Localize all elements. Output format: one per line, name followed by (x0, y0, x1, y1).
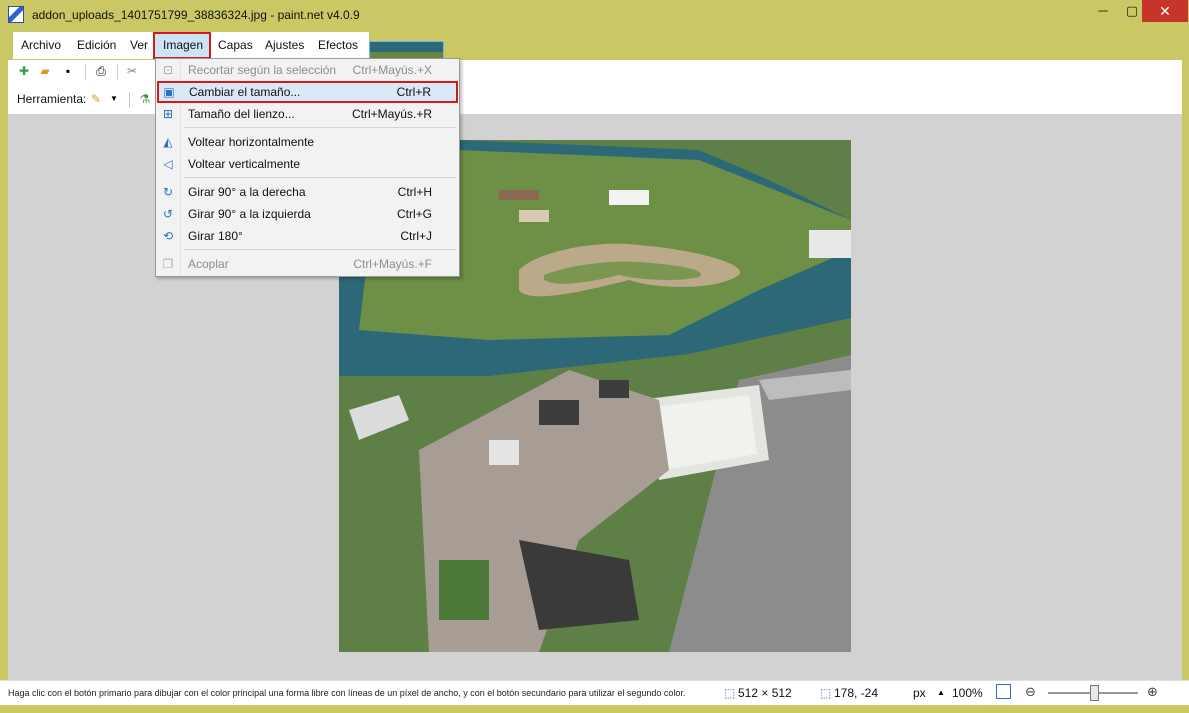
menu-ver[interactable]: Ver (130, 38, 148, 52)
zoom-in-icon[interactable]: ⊕ (1147, 684, 1158, 700)
image-size-icon: ⬚ (724, 686, 736, 700)
status-bar: Haga clic con el botón primario para dib… (0, 680, 1189, 705)
crop-icon: ⊡ (162, 63, 174, 77)
menu-item-label: Voltear horizontalmente (188, 135, 315, 149)
menu-item-tamano-lienzo[interactable]: ⊞ Tamaño del lienzo... Ctrl+Mayús.+R (156, 103, 459, 125)
menu-item-label: Tamaño del lienzo... (188, 107, 295, 121)
minimize-button[interactable]: ─ (1088, 0, 1118, 22)
save-icon[interactable]: ▪ (60, 63, 76, 79)
menu-item-label: Girar 90° a la izquierda (188, 207, 311, 221)
menu-item-label: Cambiar el tamaño... (189, 85, 301, 99)
image-size: 512 × 512 (738, 686, 792, 700)
menu-item-shortcut: Ctrl+H (397, 185, 432, 199)
flask-icon[interactable]: ⚗ (137, 91, 153, 107)
resize-icon: ▣ (163, 85, 175, 99)
status-hint: Haga clic con el botón primario para dib… (8, 688, 686, 698)
menu-row: Archivo Edición Ver Imagen Capas Ajustes… (8, 32, 1182, 92)
window-title: addon_uploads_1401751799_38836324.jpg - … (32, 8, 360, 22)
menu-item-shortcut: Ctrl+G (396, 207, 432, 221)
rotate-left-icon: ↺ (162, 207, 174, 221)
open-folder-icon[interactable]: ▰ (37, 63, 53, 79)
flip-vertical-icon: ◁ (163, 157, 173, 171)
menu-efectos[interactable]: Efectos (318, 38, 358, 52)
close-button[interactable]: ✕ (1142, 0, 1188, 22)
menu-capas[interactable]: Capas (218, 38, 253, 52)
menu-item-girar-180[interactable]: ⟲ Girar 180° Ctrl+J (156, 225, 459, 247)
menu-item-recortar[interactable]: ⊡ Recortar según la selección Ctrl+Mayús… (156, 59, 459, 81)
imagen-dropdown-menu: ⊡ Recortar según la selección Ctrl+Mayús… (155, 58, 460, 277)
canvas-size-icon: ⊞ (162, 107, 174, 121)
menu-archivo[interactable]: Archivo (21, 38, 61, 52)
cut-icon[interactable]: ✂ (124, 63, 140, 79)
chevron-down-icon[interactable]: ▼ (106, 91, 122, 107)
cursor-position: 178, -24 (834, 686, 879, 700)
flip-horizontal-icon: ◭ (163, 135, 173, 149)
unit-selector[interactable]: px (913, 686, 926, 700)
app-window: addon_uploads_1401751799_38836324.jpg - … (0, 0, 1189, 713)
menu-item-label: Girar 90° a la derecha (188, 185, 306, 199)
toolbar-separator (129, 92, 130, 108)
menu-item-voltear-vertical[interactable]: ◁ Voltear verticalmente (156, 153, 459, 175)
menu-separator (184, 177, 456, 178)
menu-item-label: Recortar según la selección (188, 63, 337, 77)
title-bar: addon_uploads_1401751799_38836324.jpg - … (0, 0, 1189, 30)
menu-ajustes[interactable]: Ajustes (265, 38, 304, 52)
menu-item-label: Voltear verticalmente (188, 157, 301, 171)
menu-item-cambiar-tamano[interactable]: ▣ Cambiar el tamaño... Ctrl+R (157, 81, 458, 103)
menu-item-girar-derecha[interactable]: ↻ Girar 90° a la derecha Ctrl+H (156, 181, 459, 203)
rotate-right-icon: ↻ (162, 185, 174, 199)
rotate-180-icon: ⟲ (162, 229, 174, 243)
menu-separator (184, 127, 456, 128)
zoom-slider-thumb[interactable] (1090, 685, 1099, 701)
toolbar-separator (117, 64, 118, 80)
menu-item-label: Girar 180° (188, 229, 243, 243)
tool-label: Herramienta: (17, 92, 87, 106)
print-icon[interactable]: ⎙ (93, 63, 109, 79)
menu-item-girar-izquierda[interactable]: ↺ Girar 90° a la izquierda Ctrl+G (156, 203, 459, 225)
menu-item-label: Acoplar (188, 257, 229, 271)
pencil-icon[interactable]: ✎ (88, 91, 104, 107)
menu-item-shortcut: Ctrl+Mayús.+F (353, 257, 432, 271)
menu-item-shortcut: Ctrl+Mayús.+R (351, 107, 432, 121)
flatten-icon: ❐ (162, 257, 174, 271)
menu-item-shortcut: Ctrl+J (400, 229, 432, 243)
toolbar-separator (85, 64, 86, 80)
menu-item-acoplar[interactable]: ❐ Acoplar Ctrl+Mayús.+F (156, 253, 459, 275)
new-file-icon[interactable]: ✚ (16, 63, 32, 79)
cursor-position-icon: ⬚ (820, 686, 832, 700)
fit-window-icon[interactable] (996, 684, 1011, 699)
caret-up-icon[interactable]: ▲ (937, 688, 945, 697)
menu-separator (184, 249, 456, 250)
menu-item-shortcut: Ctrl+R (396, 85, 431, 99)
paintnet-app-icon[interactable] (8, 6, 24, 23)
menu-edicion[interactable]: Edición (77, 38, 116, 52)
zoom-level[interactable]: 100% (952, 686, 983, 700)
menu-imagen[interactable]: Imagen (163, 38, 203, 52)
zoom-out-icon[interactable]: ⊖ (1025, 684, 1036, 700)
menu-item-shortcut: Ctrl+Mayús.+X (352, 63, 432, 77)
menu-item-voltear-horizontal[interactable]: ◭ Voltear horizontalmente (156, 131, 459, 153)
